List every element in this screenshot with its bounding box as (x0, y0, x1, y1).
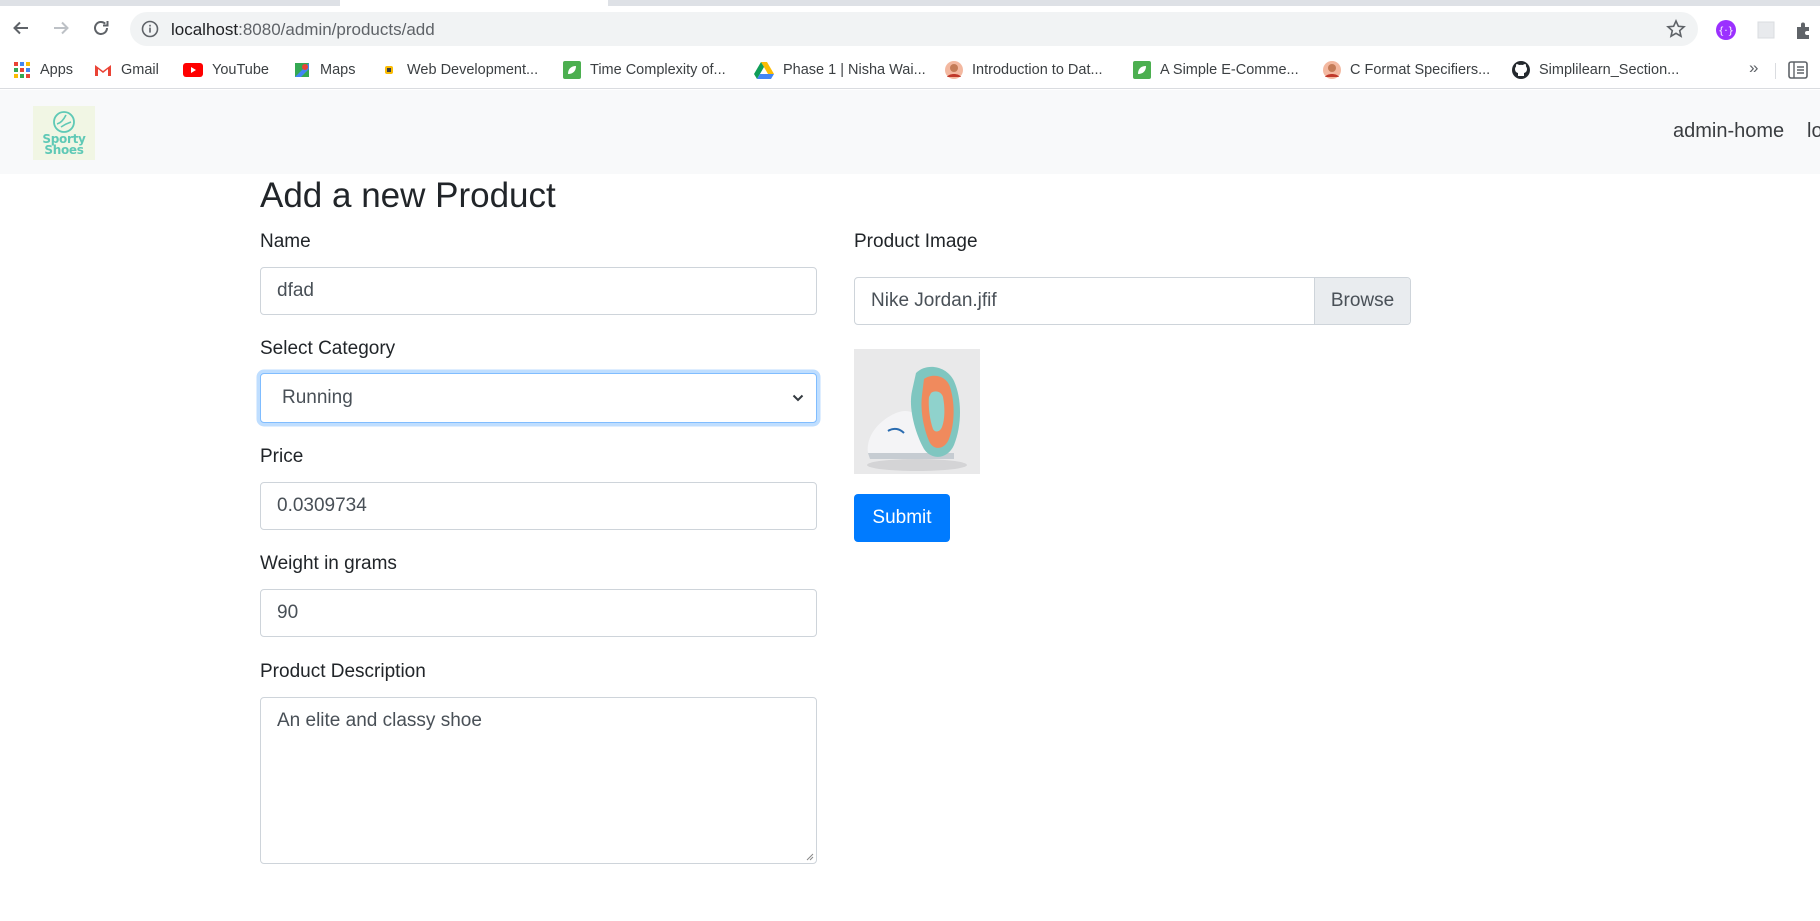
logo-text-line2: Shoes (44, 143, 84, 157)
bookmark-youtube[interactable]: YouTube (183, 59, 269, 81)
bookmark-simplilearn[interactable]: Simplilearn_Section... (1512, 59, 1679, 81)
bookmark-label: Maps (320, 62, 356, 78)
url-path: :8080/admin/products/add (238, 20, 435, 39)
weight-label: Weight in grams (260, 553, 397, 574)
bookmark-label: YouTube (212, 62, 269, 78)
svg-text:{·}: {·} (1718, 26, 1734, 37)
bookmark-label: Phase 1 | Nisha Wai... (783, 62, 926, 78)
name-input[interactable]: dfad (260, 267, 817, 315)
back-button[interactable] (5, 12, 37, 44)
logo-emblem-icon (53, 111, 75, 133)
gmail-icon (95, 65, 111, 76)
browser-toolbar: localhost:8080/admin/products/add {·} (0, 6, 1820, 51)
bookmark-label: Gmail (121, 62, 159, 78)
avatar-icon (1323, 61, 1341, 79)
reading-list-icon[interactable] (1788, 61, 1808, 79)
star-icon[interactable] (1666, 19, 1686, 39)
bookmark-simple-ecommerce[interactable]: A Simple E-Comme... (1133, 59, 1299, 81)
forward-button[interactable] (45, 12, 77, 44)
arrow-right-icon (54, 21, 69, 35)
category-label: Select Category (260, 338, 396, 359)
bookmark-phase-1[interactable]: Phase 1 | Nisha Wai... (754, 59, 926, 81)
extension-purple-icon[interactable]: {·} (1715, 19, 1737, 41)
bookmark-web-development[interactable]: Web Development... (380, 59, 538, 81)
bookmark-apps[interactable]: Apps (13, 59, 73, 81)
bookmark-label: Web Development... (407, 62, 539, 78)
product-image-file-input[interactable]: Nike Jordan.jfif Browse (854, 277, 1411, 325)
youtube-icon (183, 63, 203, 77)
submit-button[interactable]: Submit (854, 494, 950, 542)
bookmark-label: Introduction to Dat... (972, 62, 1103, 78)
extension-grey-icon[interactable] (1755, 19, 1777, 41)
bookmark-maps[interactable]: Maps (293, 59, 355, 81)
bookmark-introduction[interactable]: Introduction to Dat... (945, 59, 1103, 81)
category-selected-value: Running (282, 387, 353, 408)
nav-link-admin-home[interactable]: admin-home (1673, 120, 1784, 143)
github-icon (1512, 61, 1530, 79)
bookmark-label: A Simple E-Comme... (1160, 62, 1299, 78)
description-label: Product Description (260, 661, 426, 682)
bookmark-c-format[interactable]: C Format Specifiers... (1323, 59, 1490, 81)
avatar-icon (945, 61, 963, 79)
description-text: An elite and classy shoe (277, 710, 482, 731)
url-text: localhost:8080/admin/products/add (171, 20, 435, 40)
address-bar[interactable]: localhost:8080/admin/products/add (130, 12, 1698, 46)
reload-icon (94, 21, 109, 35)
price-label: Price (260, 446, 304, 467)
bookmark-label: Apps (40, 62, 74, 78)
bookmark-gmail[interactable]: Gmail (94, 59, 159, 81)
category-select[interactable]: Running (260, 373, 817, 423)
selected-file-name: Nike Jordan.jfif (871, 290, 997, 311)
product-image-preview (854, 349, 980, 474)
nav-link-logout[interactable]: lo (1807, 120, 1820, 143)
bookmark-label: Time Complexity of... (590, 62, 726, 78)
description-textarea[interactable]: An elite and classy shoe (260, 697, 817, 864)
bookmarks-bar: Apps Gmail YouTube Maps Web Development.… (0, 51, 1820, 89)
resize-handle-icon[interactable] (804, 851, 814, 861)
bookmark-label: C Format Specifiers... (1350, 62, 1491, 78)
sporty-shoes-logo[interactable]: Sporty Shoes (33, 106, 95, 160)
maps-icon (295, 63, 309, 77)
product-image-label: Product Image (854, 231, 978, 252)
leaf-icon (563, 61, 581, 79)
chevron-down-icon (792, 394, 804, 402)
info-icon[interactable] (141, 20, 159, 38)
bookmarks-divider (1775, 63, 1776, 79)
browse-button[interactable]: Browse (1314, 278, 1410, 324)
reload-button[interactable] (85, 12, 117, 44)
site-navbar: Sporty Shoes admin-home lo (0, 90, 1820, 174)
url-host: localhost (171, 20, 239, 39)
weight-input[interactable]: 90 (260, 589, 817, 637)
apps-grid-icon (14, 62, 30, 78)
puzzle-icon[interactable] (1793, 19, 1815, 41)
bookmark-label: Simplilearn_Section... (1539, 62, 1680, 78)
page-title: Add a new Product (260, 176, 556, 215)
leaf-icon (1133, 61, 1151, 79)
price-input[interactable]: 0.0309734 (260, 482, 817, 530)
drive-icon (754, 62, 774, 79)
web-dev-icon (385, 66, 393, 74)
arrow-left-icon (13, 21, 28, 35)
bookmark-time-complexity[interactable]: Time Complexity of... (563, 59, 726, 81)
shoe-preview-image (854, 349, 980, 474)
more-bookmarks-button[interactable]: » (1749, 58, 1758, 78)
name-label: Name (260, 231, 311, 252)
